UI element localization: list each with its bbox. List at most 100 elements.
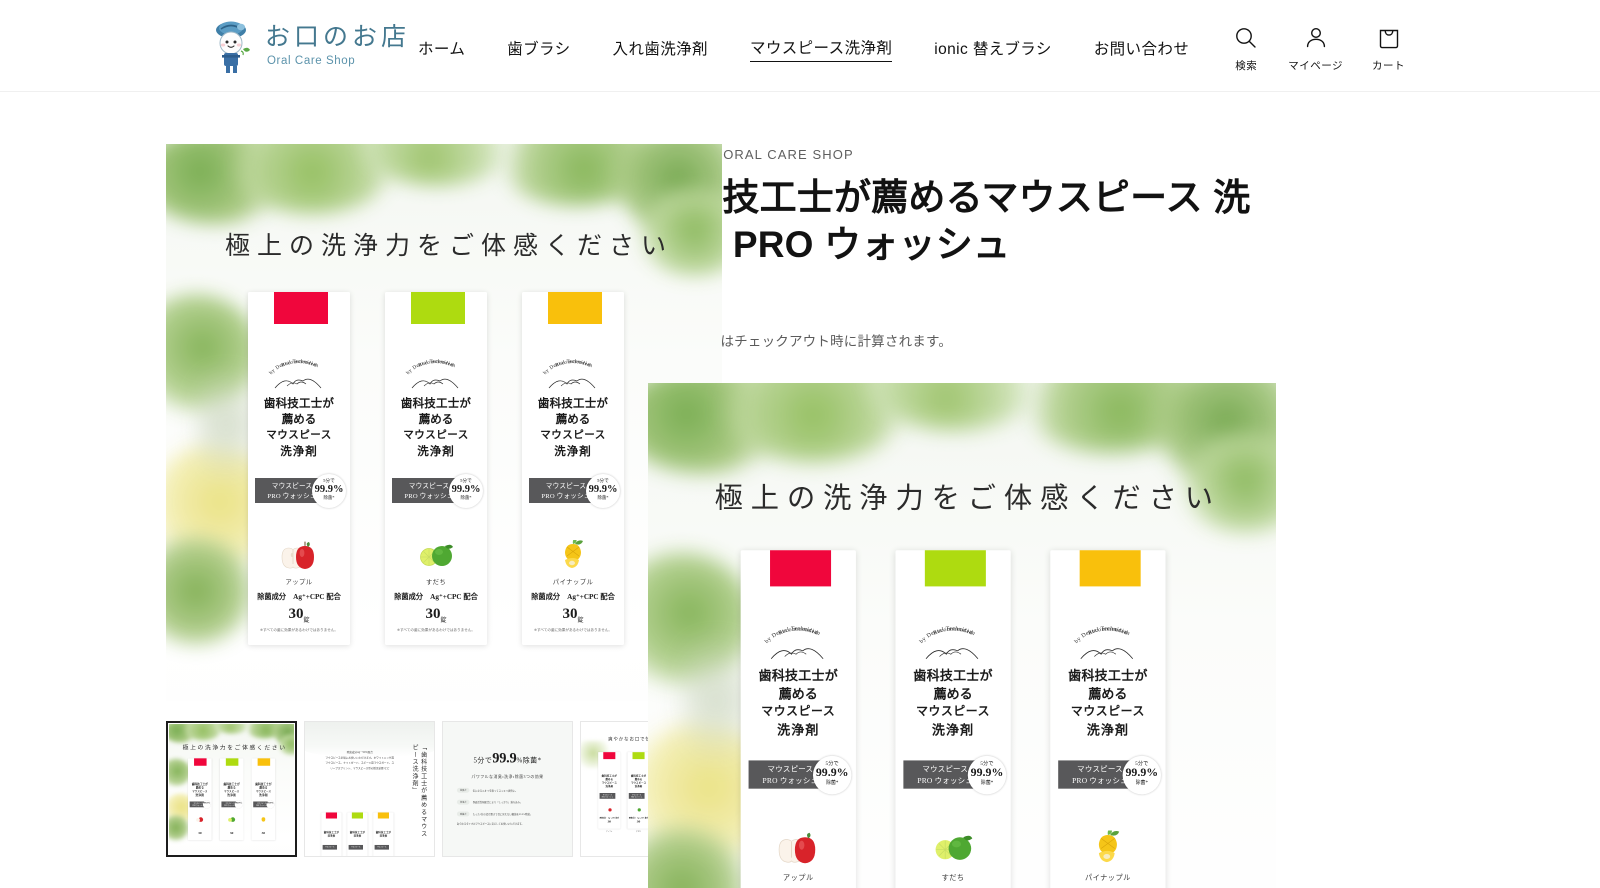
thumbnail-3-sterilize[interactable]: 5分で99.9%除菌* パワフルな消臭・洗浄・除菌3つの効果 消臭力 気になるニオ… — [442, 721, 573, 857]
hero-headline: 極上の洗浄力をご体感ください — [714, 483, 1221, 514]
shopping-cart-icon — [1376, 25, 1402, 51]
svg-text:by Dental Technician: by Dental Technician — [1074, 626, 1131, 645]
dental-technician-stamp-icon: Recommended by Dental Technician — [910, 615, 996, 662]
thumb1-headline: 極上の洗浄力をご体感ください — [182, 744, 287, 751]
thumb3-bullet-list: 消臭力 気になるニオイを取ってスッキリ爽快に。 洗浄力 界面活性剤配合により「しっか… — [456, 787, 559, 823]
pineapple-icon — [1050, 825, 1165, 870]
poster-headline: 極上の洗浄力をご体感ください — [224, 233, 673, 260]
site-header: お口のお店 Oral Care Shop ホーム 歯ブラシ 入れ歯洗浄剤 マウス… — [0, 0, 1600, 92]
gallery-main-image[interactable]: 極上の洗浄力をご体感ください Recommended by Dental Tec… — [166, 144, 722, 701]
tablet-count-pineapple: 30錠 — [562, 606, 584, 624]
product-vendor: お口のお店 ORAL CARE SHOP — [648, 147, 854, 162]
hero-box-title-apple: 歯科技工士が 薦める マウスピース 洗浄剤 — [758, 669, 838, 738]
fine-print-pineapple: ※すべての菌に効果があるわけではありません。 — [534, 628, 612, 632]
product-price: ¥990 — [648, 294, 1402, 317]
hero-box-pineapple: Recommended by Dental Technician 歯科技工士が薦… — [1050, 549, 1166, 888]
tablet-count-sudachi: 30錠 — [425, 606, 447, 624]
cap-apple — [770, 549, 832, 587]
sterilize-circle-pineapple: 5分で 99.9% 除菌* — [586, 474, 620, 508]
hero-sterilize-circle-apple: 5分で 99.9% 除菌* — [812, 755, 852, 795]
sudachi-icon — [895, 825, 1010, 870]
flavor-label-sudachi: すだち — [425, 579, 447, 586]
dental-technician-stamp-icon: Recommended by Dental Technician — [755, 615, 841, 662]
thumb3-subtitle: パワフルな消臭・洗浄・除菌3つの効果 — [471, 774, 544, 780]
thumb3-footer: あらゆるタイプのマウスピースに安心してお使いいただけます。 — [456, 822, 524, 826]
nav-item-denture-cleaner[interactable]: 入れ歯洗浄剤 — [613, 35, 708, 61]
sterilize-circle-apple: 5分で 99.9% 除菌* — [312, 474, 346, 508]
thumbnail-1-hero[interactable]: 極上の洗浄力をご体感ください 歯科技工士が 薦める マウスピース 洗浄剤 マウスピース… — [166, 721, 297, 857]
sudachi-icon — [385, 535, 487, 575]
hero-sterilize-circle-pineapple: 5分で 99.9% 除菌* — [1122, 755, 1162, 795]
search-icon — [1233, 25, 1259, 51]
fine-print-apple: ※すべての菌に効果があるわけではありません。 — [260, 628, 338, 632]
nav-item-home[interactable]: ホーム — [418, 35, 465, 61]
ingredient-apple: 除菌成分 Ag⁺+CPC 配合 — [257, 593, 341, 601]
ingredient-sudachi: 除菌成分 Ag⁺+CPC 配合 — [394, 593, 478, 601]
box-title-apple: 歯科技工士が 薦める マウスピース 洗浄剤 — [263, 398, 335, 458]
product-hero-image[interactable]: 極上の洗浄力をご体感ください Recommended by Dental Tec… — [648, 382, 1276, 888]
hero-box-title-sudachi: 歯科技工士が 薦める マウスピース 洗浄剤 — [913, 669, 993, 738]
hero-box-sudachi: Recommended by Dental Technician 歯科技工士が薦… — [895, 549, 1011, 888]
product-gallery: 極上の洗浄力をご体感ください Recommended by Dental Tec… — [0, 144, 722, 888]
cap-pineapple — [1079, 549, 1141, 587]
hero-box-title-pineapple: 歯科技工士が 薦める マウスピース 洗浄剤 — [1068, 669, 1148, 738]
sterilize-circle-sudachi: 5分で 99.9% 除菌* — [449, 474, 483, 508]
product-box-row: Recommended by Dental Technician 歯科技工士が … — [248, 292, 624, 645]
site-logo[interactable]: お口のお店 Oral Care Shop — [210, 18, 410, 74]
logo-subtitle: Oral Care Shop — [267, 54, 356, 67]
tax-shipping-note: 税込 配送料はチェックアウト時に計算されます。 — [648, 330, 1402, 350]
header-actions: 検索 マイページ カート — [1233, 25, 1405, 73]
product-box-apple: Recommended by Dental Technician 歯科技工士が … — [248, 292, 350, 645]
search-button[interactable]: 検索 — [1233, 25, 1259, 73]
main-navigation: ホーム 歯ブラシ 入れ歯洗浄剤 マウスピース洗浄剤 ionic 替えブラシ お問… — [418, 34, 1189, 62]
hero-flavor-apple: アップル — [782, 874, 814, 883]
pineapple-icon — [522, 535, 624, 575]
nav-item-contact[interactable]: お問い合わせ — [1094, 35, 1189, 61]
thumb3-big-number: 5分で99.9%除菌* — [473, 750, 542, 766]
hero-flavor-sudachi: すだち — [941, 874, 965, 883]
nav-item-ionic-brush-head[interactable]: ionic 替えブラシ — [934, 35, 1051, 61]
hero-sterilize-circle-sudachi: 5分で 99.9% 除菌* — [967, 755, 1007, 795]
account-label: マイページ — [1288, 60, 1343, 72]
product-box-pineapple: Recommended by Dental Technician 歯科技工士が … — [522, 292, 624, 645]
product-page: 極上の洗浄力をご体感ください Recommended by Dental Tec… — [0, 92, 1600, 888]
gallery-thumbnail-strip: 極上の洗浄力をご体感ください 歯科技工士が 薦める マウスピース 洗浄剤 マウスピース… — [166, 721, 722, 857]
svg-text:by Dental Technician: by Dental Technician — [919, 626, 976, 645]
dental-technician-stamp-icon: Recommended by Dental Technician — [261, 350, 337, 392]
box-title-sudachi: 歯科技工士が 薦める マウスピース 洗浄剤 — [400, 398, 472, 458]
poster-artwork: 極上の洗浄力をご体感ください Recommended by Dental Tec… — [166, 144, 722, 701]
user-account-icon — [1303, 25, 1329, 51]
thumbnail-2-series[interactable]: 「歯科技工士が薦めるマウスピース洗浄剤」 除菌成分Ag⁺+CPC配合 マウスピー… — [304, 721, 435, 857]
product-box-sudachi: Recommended by Dental Technician 歯科技工士が … — [385, 292, 487, 645]
account-button[interactable]: マイページ — [1288, 25, 1343, 73]
nav-item-mouthpiece-cleaner[interactable]: マウスピース洗浄剤 — [749, 34, 893, 62]
dental-technician-stamp-icon: Recommended by Dental Technician — [398, 350, 474, 392]
tax-note-suffix: はチェックアウト時に計算されます。 — [720, 333, 953, 349]
fine-print-sudachi: ※すべての菌に効果があるわけではありません。 — [397, 628, 475, 632]
mascot-logo-icon — [210, 18, 256, 74]
cap-pineapple — [548, 292, 602, 324]
apple-icon — [741, 825, 856, 870]
flavor-label-pineapple: パイナップル — [552, 579, 594, 586]
apple-icon — [248, 535, 350, 575]
hero-box-row: Recommended by Dental Technician 歯科技工士が薦… — [740, 549, 1166, 888]
box-title-pineapple: 歯科技工士が 薦める マウスピース 洗浄剤 — [537, 398, 609, 458]
thumb2-vertical-text: 「歯科技工士が薦めるマウスピース洗浄剤」 — [411, 744, 428, 838]
hero-flavor-pineapple: パイナップル — [1084, 874, 1131, 883]
cart-button[interactable]: カート — [1372, 25, 1405, 73]
ingredient-pineapple: 除菌成分 Ag⁺+CPC 配合 — [531, 593, 615, 601]
search-label: 検索 — [1235, 60, 1258, 72]
cap-apple — [274, 292, 328, 324]
hero-box-apple: Recommended by Dental Technician 歯科技工士が薦… — [740, 549, 856, 888]
nav-item-toothbrush[interactable]: 歯ブラシ — [507, 35, 570, 61]
tablet-count-apple: 30錠 — [288, 606, 310, 624]
dental-technician-stamp-icon: Recommended by Dental Technician — [1065, 615, 1151, 662]
cap-sudachi — [411, 292, 465, 324]
flavor-label-apple: アップル — [285, 579, 313, 586]
cart-label: カート — [1372, 60, 1405, 72]
product-info: お口のお店 ORAL CARE SHOP 歯科技工士が薦めるマウスピース 洗浄剤… — [608, 144, 1600, 888]
svg-text:by Dental Technician: by Dental Technician — [764, 626, 821, 645]
dental-technician-stamp-icon: Recommended by Dental Technician — [535, 350, 611, 392]
cap-sudachi — [924, 549, 986, 587]
product-title: 歯科技工士が薦めるマウスピース 洗浄剤 PRO ウォッシュ — [648, 177, 1251, 266]
